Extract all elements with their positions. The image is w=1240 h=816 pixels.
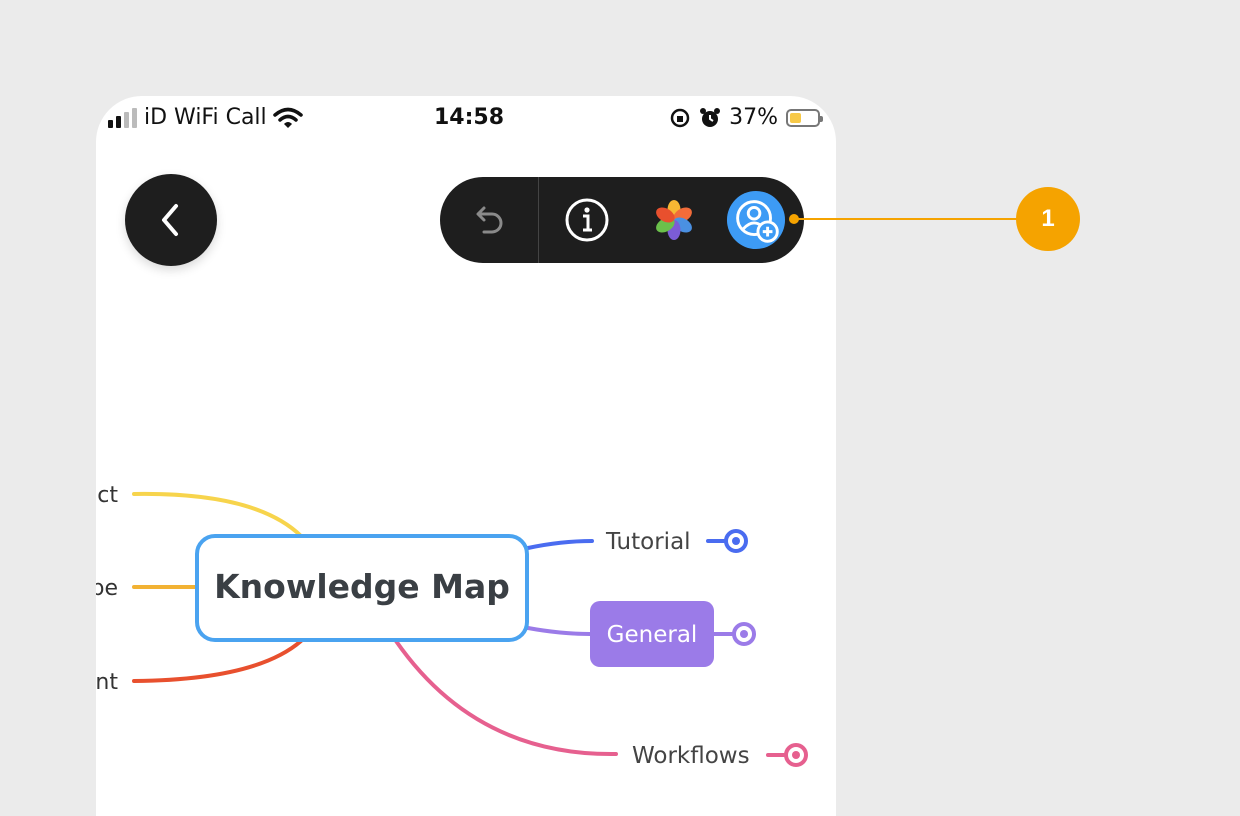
branch-line-left-3 [132, 639, 303, 683]
left-branch-label-2[interactable]: pe [96, 576, 118, 601]
branch-line-tutorial [526, 539, 594, 550]
branch-line-left-1 [132, 491, 303, 538]
topic-general-label: General [607, 622, 698, 648]
callout-badge: 1 [1016, 187, 1080, 251]
tutorial-collapse-toggle[interactable] [724, 529, 748, 553]
central-topic-label: Knowledge Map [214, 567, 510, 606]
topic-tutorial-label[interactable]: Tutorial [605, 529, 691, 555]
topic-workflows-label[interactable]: Workflows [632, 743, 750, 769]
topic-general-node[interactable]: General [590, 601, 714, 667]
workflows-collapse-toggle[interactable] [784, 743, 808, 767]
left-branch-label-3[interactable]: nt [96, 670, 118, 695]
callout-line [794, 218, 1022, 220]
general-collapse-toggle[interactable] [732, 622, 756, 646]
callout-anchor-dot [789, 214, 799, 224]
phone-screen: iD WiFi Call 14:58 37% ct pe nt Knowledg… [96, 96, 836, 816]
branch-line-workflows [394, 639, 618, 757]
central-topic-node[interactable]: Knowledge Map [195, 534, 529, 642]
mind-map-canvas[interactable]: ct pe nt Knowledge Map Tutorial General … [96, 96, 836, 816]
branch-line-general [526, 626, 592, 636]
left-branch-label-1[interactable]: ct [97, 483, 118, 508]
